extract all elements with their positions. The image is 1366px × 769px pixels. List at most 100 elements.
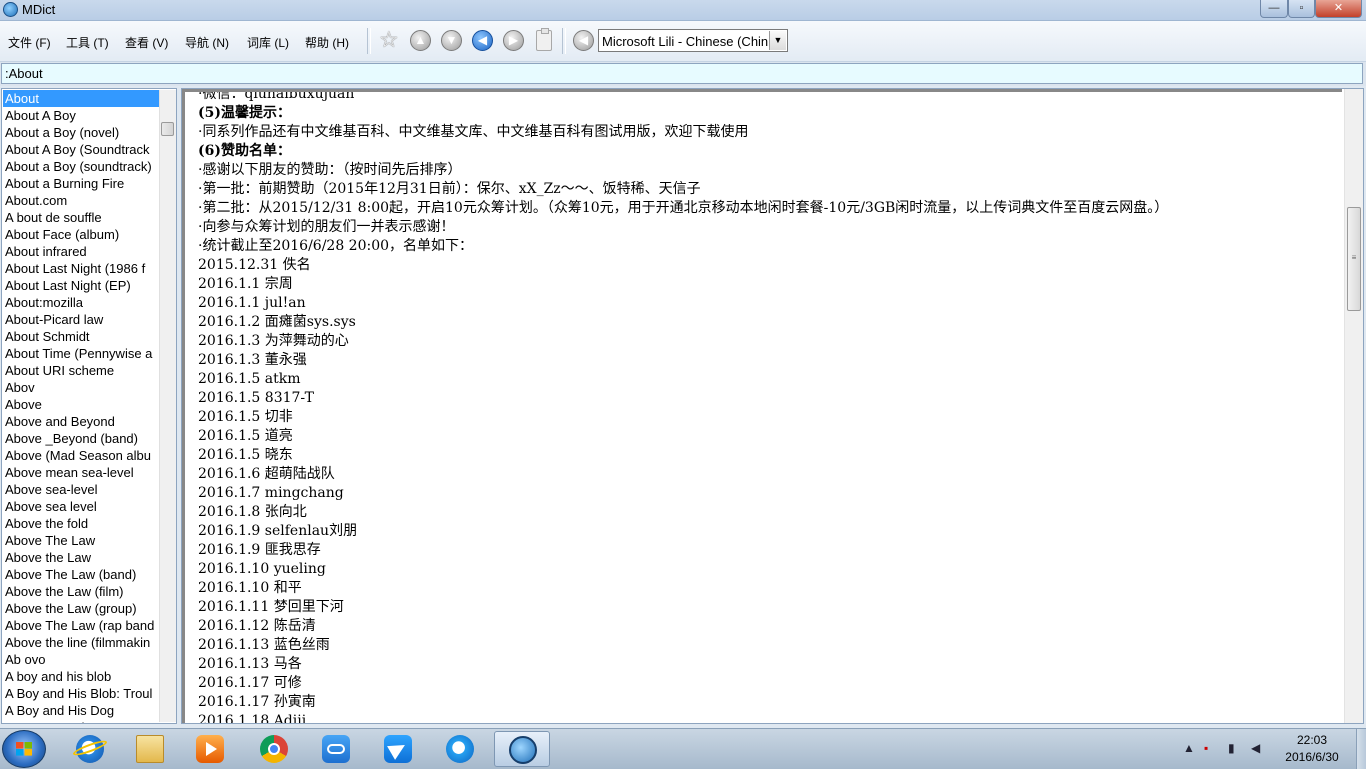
dictionary-select-value: Microsoft Lili - Chinese (China) xyxy=(602,34,768,49)
word-list-item[interactable]: About A Boy xyxy=(3,107,159,124)
start-button[interactable] xyxy=(2,730,46,768)
word-list-item[interactable]: Ab ovo xyxy=(3,651,159,668)
taskbar-ie[interactable] xyxy=(62,731,118,767)
definition-view: ·微信：qiuhaibuxujuan (5)温馨提示： ·同系列作品还有中文维基百科… xyxy=(182,89,1342,723)
word-list-item[interactable]: About A Boy (Soundtrack xyxy=(3,141,159,158)
word-list-item[interactable]: Above the Law (group) xyxy=(3,600,159,617)
word-list-item[interactable]: About Last Night (EP) xyxy=(3,277,159,294)
forward-icon[interactable]: ▶ xyxy=(503,30,524,51)
clock-date[interactable]: 2016/6/30 xyxy=(1272,750,1352,764)
taskbar-messenger[interactable] xyxy=(370,731,426,767)
taskbar: ▲ ▪ ▮ ◀ 22:03 2016/6/30 xyxy=(0,728,1366,769)
chevron-down-icon[interactable]: ▼ xyxy=(769,31,786,50)
taskbar-media-player[interactable] xyxy=(182,731,238,767)
word-list-item[interactable]: A Boy Named Goo xyxy=(3,719,159,723)
media-player-icon xyxy=(196,735,224,763)
dictionary-select[interactable]: Microsoft Lili - Chinese (China) ▼ xyxy=(598,29,788,52)
search-row xyxy=(0,62,1366,86)
word-list-item[interactable]: Above The Law (rap band xyxy=(3,617,159,634)
word-list-item[interactable]: Above The Law (band) xyxy=(3,566,159,583)
title-bar[interactable]: MDict — ▫ ✕ xyxy=(0,0,1366,21)
search-input[interactable] xyxy=(1,63,1363,84)
minimize-button[interactable]: — xyxy=(1260,0,1288,18)
scroll-down-icon[interactable]: ▼ xyxy=(441,30,462,51)
menu-navigate[interactable]: 导航 (N) xyxy=(185,34,229,51)
menu-tools[interactable]: 工具 (T) xyxy=(66,34,109,51)
word-list-item[interactable]: About a Burning Fire xyxy=(3,175,159,192)
taskbar-cloud[interactable] xyxy=(308,731,364,767)
taskbar-360-browser[interactable] xyxy=(432,731,488,767)
content-line: ·第一批：前期赞助（2015年12月31日前）：保尔、xX_Zz～～、饭特稀、天… xyxy=(198,181,701,197)
word-list-item[interactable]: Above and Beyond xyxy=(3,413,159,430)
tray-expand-icon[interactable]: ▲ xyxy=(1183,741,1195,755)
show-desktop-button[interactable] xyxy=(1356,729,1366,769)
taskbar-chrome[interactable] xyxy=(246,731,302,767)
word-list-item[interactable]: About.com xyxy=(3,192,159,209)
toolbar-separator xyxy=(562,28,566,54)
word-list-item[interactable]: About:mozilla xyxy=(3,294,159,311)
taskbar-mdict[interactable] xyxy=(494,731,550,767)
browser-360-icon xyxy=(446,735,474,763)
word-list-item[interactable]: A Boy and His Blob: Troul xyxy=(3,685,159,702)
word-list-item[interactable]: About a Boy (soundtrack) xyxy=(3,158,159,175)
word-list-item[interactable]: Above The Law xyxy=(3,532,159,549)
back-icon[interactable]: ◀ xyxy=(472,30,493,51)
menu-help[interactable]: 帮助 (H) xyxy=(305,34,349,51)
word-list-item[interactable]: A boy and his blob xyxy=(3,668,159,685)
content-line: ·微信：qiuhaibuxujuan xyxy=(198,89,355,102)
word-list-item[interactable]: About Face (album) xyxy=(3,226,159,243)
word-list-item[interactable]: Above the fold xyxy=(3,515,159,532)
word-list-item[interactable]: Above sea level xyxy=(3,498,159,515)
internet-explorer-icon xyxy=(76,735,104,763)
content-line: 2016.1.1 宗周 xyxy=(198,276,293,292)
maximize-button[interactable]: ▫ xyxy=(1288,0,1315,18)
menu-file[interactable]: 文件 (F) xyxy=(8,34,51,51)
word-list-item[interactable]: About Last Night (1986 f xyxy=(3,260,159,277)
speak-icon[interactable]: ◀ xyxy=(573,30,594,51)
content-line: ·感谢以下朋友的赞助：（按时间先后排序） xyxy=(198,162,462,178)
word-list-item[interactable]: About Schmidt xyxy=(3,328,159,345)
word-list-item[interactable]: About a Boy (novel) xyxy=(3,124,159,141)
menu-view[interactable]: 查看 (V) xyxy=(125,34,168,51)
word-list-item[interactable]: Above the line (filmmakin xyxy=(3,634,159,651)
word-list-item[interactable]: A Boy and His Dog xyxy=(3,702,159,719)
word-list-item[interactable]: Above mean sea-level xyxy=(3,464,159,481)
volume-icon[interactable]: ◀ xyxy=(1251,741,1260,755)
content-line: 2016.1.1 jul!an xyxy=(198,295,306,311)
word-list-item[interactable]: Above _Beyond (band) xyxy=(3,430,159,447)
word-list-item[interactable]: About Time (Pennywise a xyxy=(3,345,159,362)
word-list-scrollbar[interactable] xyxy=(159,90,176,722)
signal-icon[interactable]: ▮ xyxy=(1228,741,1235,755)
network-error-icon[interactable]: ▪ xyxy=(1204,741,1208,755)
word-list[interactable]: About About A Boy About a Boy (novel) About… xyxy=(1,88,177,724)
clock-time[interactable]: 22:03 xyxy=(1272,733,1352,747)
word-list-item[interactable]: About infrared xyxy=(3,243,159,260)
word-list-item[interactable]: About-Picard law xyxy=(3,311,159,328)
word-list-item[interactable]: Above the Law xyxy=(3,549,159,566)
word-list-item[interactable]: About URI scheme xyxy=(3,362,159,379)
file-explorer-icon xyxy=(136,735,164,763)
close-button[interactable]: ✕ xyxy=(1315,0,1362,18)
content-line: 2016.1.3 为萍舞动的心 xyxy=(198,333,349,349)
clipboard-icon[interactable] xyxy=(536,28,552,51)
word-list-item[interactable]: About xyxy=(3,90,159,107)
word-list-item[interactable]: Above the Law (film) xyxy=(3,583,159,600)
favorite-star-icon[interactable]: ☆ xyxy=(379,29,399,51)
content-line: 2015.12.31 佚名 xyxy=(198,257,311,273)
definition-scrollbar[interactable]: ≡ xyxy=(1344,89,1363,723)
word-list-item[interactable]: Abov xyxy=(3,379,159,396)
menu-dictionary[interactable]: 词库 (L) xyxy=(247,34,289,51)
content-line: 2016.1.5 8317-T xyxy=(198,390,314,406)
definition-scroll-thumb[interactable]: ≡ xyxy=(1347,207,1361,311)
content-line: 2016.1.13 马各 xyxy=(198,656,302,672)
content-line: 2016.1.5 atkm xyxy=(198,371,301,387)
content-line: 2016.1.5 道亮 xyxy=(198,428,293,444)
word-list-item[interactable]: Above (Mad Season albu xyxy=(3,447,159,464)
word-list-item[interactable]: A bout de souffle xyxy=(3,209,159,226)
chrome-icon xyxy=(260,735,288,763)
word-list-item[interactable]: Above xyxy=(3,396,159,413)
scroll-up-icon[interactable]: ▲ xyxy=(410,30,431,51)
word-list-item[interactable]: Above sea-level xyxy=(3,481,159,498)
word-list-scroll-thumb[interactable] xyxy=(161,122,174,136)
taskbar-explorer[interactable] xyxy=(122,731,178,767)
